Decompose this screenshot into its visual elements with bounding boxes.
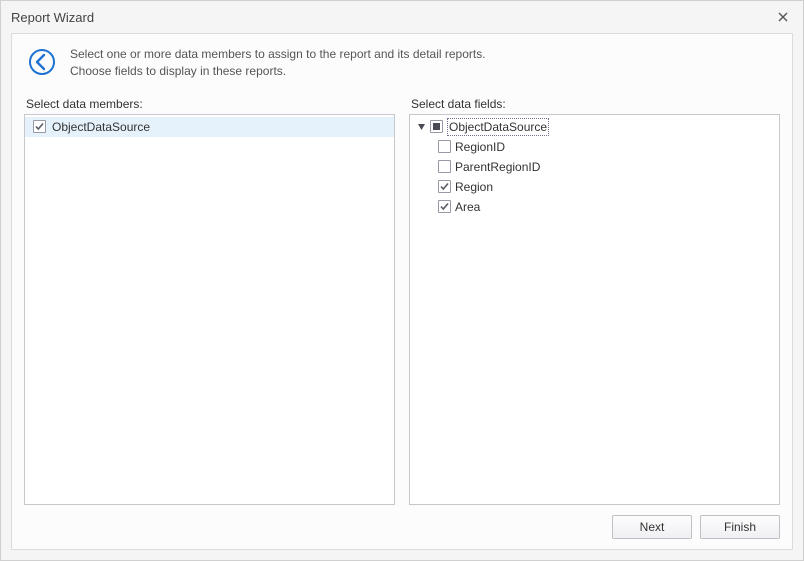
members-listbox[interactable]: ObjectDataSource — [24, 114, 395, 505]
field-row[interactable]: Region — [410, 177, 779, 197]
finish-button[interactable]: Finish — [700, 515, 780, 539]
field-label: ParentRegionID — [455, 160, 540, 174]
field-root-label-wrap: ObjectDataSource — [447, 118, 549, 136]
members-column: Select data members: ObjectDataSource — [24, 97, 395, 505]
instruction-line-2: Choose fields to display in these report… — [70, 63, 486, 80]
instructions: Select one or more data members to assig… — [70, 46, 486, 81]
window-title: Report Wizard — [11, 10, 773, 25]
report-wizard-window: Report Wizard Select one or more data me… — [0, 0, 804, 561]
field-row[interactable]: ParentRegionID — [410, 157, 779, 177]
checkmark-icon — [34, 121, 45, 132]
field-checkbox[interactable] — [438, 200, 451, 213]
columns: Select data members: ObjectDataSource Se… — [24, 97, 780, 505]
titlebar: Report Wizard — [1, 1, 803, 33]
close-button[interactable] — [773, 7, 793, 27]
instruction-line-1: Select one or more data members to assig… — [70, 46, 486, 63]
back-button[interactable] — [28, 48, 56, 76]
field-label: Area — [455, 200, 480, 214]
field-row[interactable]: RegionID — [410, 137, 779, 157]
member-checkbox[interactable] — [33, 120, 46, 133]
chevron-down-icon — [417, 122, 426, 131]
field-root-label: ObjectDataSource — [449, 120, 547, 134]
expand-toggle[interactable] — [416, 122, 426, 132]
checkmark-icon — [439, 181, 450, 192]
field-label: Region — [455, 180, 493, 194]
close-icon — [778, 12, 788, 22]
field-row[interactable]: Area — [410, 197, 779, 217]
field-root[interactable]: ObjectDataSource — [410, 117, 779, 137]
field-checkbox[interactable] — [438, 160, 451, 173]
fields-label: Select data fields: — [409, 97, 780, 111]
field-checkbox[interactable] — [438, 180, 451, 193]
field-root-checkbox[interactable] — [430, 120, 443, 133]
wizard-header: Select one or more data members to assig… — [24, 46, 780, 81]
member-label: ObjectDataSource — [52, 120, 150, 134]
field-checkbox[interactable] — [438, 140, 451, 153]
arrow-left-circle-icon — [28, 48, 56, 76]
content-frame: Select one or more data members to assig… — [11, 33, 793, 550]
member-row[interactable]: ObjectDataSource — [25, 117, 394, 137]
fields-tree[interactable]: ObjectDataSource RegionID — [409, 114, 780, 505]
checkmark-icon — [439, 201, 450, 212]
next-button[interactable]: Next — [612, 515, 692, 539]
field-label: RegionID — [455, 140, 505, 154]
fields-column: Select data fields: ObjectDataSource — [409, 97, 780, 505]
members-label: Select data members: — [24, 97, 395, 111]
footer: Next Finish — [24, 505, 780, 539]
